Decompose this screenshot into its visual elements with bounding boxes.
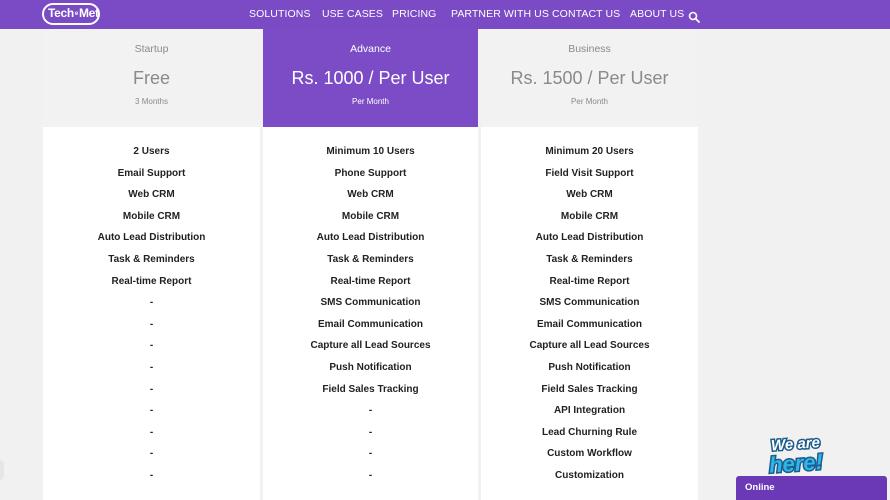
top-navigation-bar: TecheMet SOLUTIONS USE CASES PRICING PAR… xyxy=(0,0,890,29)
feature-item: Email Support xyxy=(117,167,186,179)
feature-item: Real-time Report xyxy=(549,275,630,287)
chat-status: Online xyxy=(745,482,775,493)
feature-item: - xyxy=(149,318,154,330)
plan-header: Advance Rs. 1000 / Per User Per Month xyxy=(263,29,478,127)
feature-item: Capture all Lead Sources xyxy=(529,340,650,352)
feature-item: Real-time Report xyxy=(330,275,411,287)
feature-item: Push Notification xyxy=(548,361,631,373)
feature-item: Push Notification xyxy=(329,361,412,373)
logo-text: TecheMet xyxy=(48,6,99,20)
feature-item: Web CRM xyxy=(347,189,394,201)
feature-item: Auto Lead Distribution xyxy=(535,232,644,244)
feature-item: - xyxy=(368,426,373,438)
feature-item: - xyxy=(149,383,154,395)
feature-item: - xyxy=(149,469,154,481)
feature-item: Custom Workflow xyxy=(547,448,632,460)
we-are-here-badge[interactable]: We are here! xyxy=(767,432,857,476)
nav-about-us[interactable]: ABOUT US xyxy=(630,8,684,20)
feature-item: Minimum 20 Users xyxy=(545,146,634,157)
feature-item: Real-time Report xyxy=(111,275,192,287)
feature-item: - xyxy=(149,426,154,438)
plan-period: Per Month xyxy=(352,97,389,106)
feature-list: Minimum 10 Users Phone Support Web CRM M… xyxy=(263,141,478,487)
feature-item: - xyxy=(368,448,373,460)
feature-item: Web CRM xyxy=(128,189,175,201)
feature-item: SMS Communication xyxy=(539,297,640,309)
edge-tab xyxy=(0,460,4,480)
nav-solutions[interactable]: SOLUTIONS xyxy=(249,8,311,20)
feature-item: Lead Churning Rule xyxy=(542,426,637,438)
feature-item: Capture all Lead Sources xyxy=(310,340,431,352)
plan-price: Rs. 1500 / Per User xyxy=(510,68,669,88)
nav-use-cases[interactable]: USE CASES xyxy=(322,8,383,20)
feature-item: Task & Reminders xyxy=(108,253,195,265)
feature-item: Auto Lead Distribution xyxy=(97,232,206,244)
plan-card-startup: Startup Free 3 Months 2 Users Email Supp… xyxy=(43,29,260,500)
plan-tier: Business xyxy=(568,43,611,55)
feature-item: Task & Reminders xyxy=(327,253,414,265)
plan-tier: Startup xyxy=(134,43,169,55)
nav-contact-us[interactable]: CONTACT US xyxy=(552,8,620,20)
feature-item: API Integration xyxy=(553,405,626,417)
feature-item: - xyxy=(149,448,154,460)
feature-item: Auto Lead Distribution xyxy=(316,232,425,244)
feature-item: Field Sales Tracking xyxy=(322,383,419,395)
feature-item: - xyxy=(149,361,154,373)
feature-item: Mobile CRM xyxy=(122,210,181,222)
feature-item: Mobile CRM xyxy=(560,210,619,222)
plan-card-advance: Advance Rs. 1000 / Per User Per Month Mi… xyxy=(263,29,478,500)
feature-item: SMS Communication xyxy=(320,297,421,309)
plan-period: 3 Months xyxy=(135,97,168,106)
feature-item: Email Communication xyxy=(317,318,423,330)
feature-item: - xyxy=(149,297,154,309)
svg-text:here!: here! xyxy=(768,449,823,476)
feature-item: Web CRM xyxy=(566,189,613,201)
feature-item: - xyxy=(368,469,373,481)
feature-item: Email Communication xyxy=(536,318,642,330)
feature-item: - xyxy=(149,405,154,417)
feature-item: Field Sales Tracking xyxy=(541,383,638,395)
feature-item: Minimum 10 Users xyxy=(326,146,415,157)
feature-item: Task & Reminders xyxy=(546,253,633,265)
feature-list: 2 Users Email Support Web CRM Mobile CRM… xyxy=(43,141,260,487)
plan-period: Per Month xyxy=(571,97,608,106)
feature-item: Phone Support xyxy=(334,167,407,179)
feature-item: Mobile CRM xyxy=(341,210,400,222)
chat-widget-bar[interactable]: Online xyxy=(736,476,887,500)
plan-header: Startup Free 3 Months xyxy=(43,29,260,127)
feature-item: - xyxy=(149,340,154,352)
plan-tier: Advance xyxy=(350,43,391,55)
feature-item: Customization xyxy=(555,469,624,481)
search-icon[interactable] xyxy=(688,11,700,23)
feature-list: Minimum 20 Users Field Visit Support Web… xyxy=(481,141,698,487)
feature-item: - xyxy=(368,405,373,417)
plan-price: Rs. 1000 / Per User xyxy=(291,68,450,88)
feature-item: Field Visit Support xyxy=(545,167,634,179)
plan-price: Free xyxy=(132,68,170,88)
plan-header: Business Rs. 1500 / Per User Per Month xyxy=(481,29,698,127)
nav-pricing[interactable]: PRICING xyxy=(392,8,436,20)
techmet-logo[interactable]: TecheMet xyxy=(42,3,100,25)
plan-card-business: Business Rs. 1500 / Per User Per Month M… xyxy=(481,29,698,500)
feature-item: 2 Users xyxy=(133,146,170,157)
nav-partner-with-us[interactable]: PARTNER WITH US xyxy=(451,8,549,20)
